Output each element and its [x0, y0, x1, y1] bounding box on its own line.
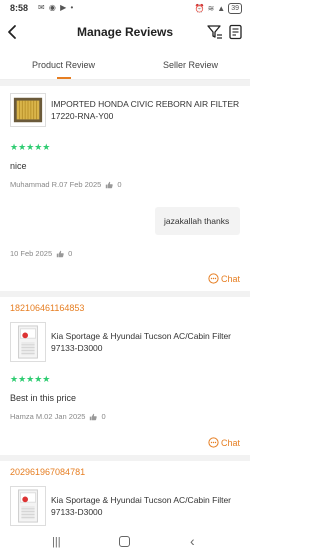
system-nav-bar: ||| ‹: [0, 530, 250, 555]
order-number: 202961967084781: [10, 467, 86, 477]
product-name: IMPORTED HONDA CIVIC REBORN AIR FILTER 1…: [51, 99, 240, 121]
review-text: nice: [10, 161, 27, 171]
section-divider: [0, 455, 250, 461]
home-icon[interactable]: [119, 536, 130, 547]
cabin-filter-image: [10, 486, 46, 526]
review-meta: Muhammad R.07 Feb 2025 0: [10, 180, 121, 189]
chat-bubble-icon: [208, 273, 219, 284]
chat-label: Chat: [220, 273, 240, 284]
tab-product-review[interactable]: Product Review: [32, 60, 95, 70]
chat-button[interactable]: Chat: [208, 273, 240, 284]
product-row[interactable]: Kia Sportage & Hyundai Tucson AC/Cabin F…: [10, 322, 245, 362]
recent-apps-icon[interactable]: |||: [52, 536, 61, 548]
alarm-icon: ⏰: [194, 4, 205, 13]
seller-reply: jazakallah thanks: [155, 207, 240, 235]
rating-stars: ★★★★★: [10, 142, 51, 152]
review-text: Best in this price: [10, 393, 77, 403]
status-bar: 8:58 ✉ ◉ ▶ • ⏰ ≋ ▲ 39: [0, 0, 250, 18]
chat-button[interactable]: Chat: [208, 437, 240, 448]
section-divider: [0, 291, 250, 297]
thumbs-up-icon[interactable]: [105, 181, 114, 189]
reply-meta: 10 Feb 2025 0: [10, 249, 72, 258]
product-name: Kia Sportage & Hyundai Tucson AC/Cabin F…: [51, 331, 232, 353]
reply-date: 10 Feb 2025: [10, 249, 53, 258]
notification-icons: ✉ ◉ ▶ •: [38, 3, 75, 12]
product-row[interactable]: IMPORTED HONDA CIVIC REBORN AIR FILTER 1…: [10, 93, 245, 129]
wifi-icon: ≋: [207, 4, 215, 13]
filter-icon[interactable]: [206, 24, 224, 40]
active-tab-indicator: [57, 77, 71, 79]
system-icons: ⏰ ≋ ▲ 39: [195, 3, 242, 14]
like-count: 0: [117, 180, 122, 189]
status-time: 8:58: [10, 3, 29, 13]
order-number: 182106461164853: [10, 303, 85, 313]
battery-icon: 39: [228, 3, 242, 14]
review-tabs: Product Review Seller Review: [0, 56, 250, 80]
cabin-filter-image: [10, 322, 46, 362]
like-count: 0: [68, 249, 73, 258]
review-author-date: Hamza M.02 Jan 2025: [10, 412, 86, 421]
review-author-date: Muhammad R.07 Feb 2025: [10, 180, 102, 189]
back-nav-icon[interactable]: ‹: [190, 533, 195, 549]
thumbs-up-icon[interactable]: [56, 250, 64, 258]
chat-label: Chat: [220, 437, 240, 448]
product-row[interactable]: Kia Sportage & Hyundai Tucson AC/Cabin F…: [10, 486, 245, 526]
section-divider: [0, 80, 250, 86]
tab-seller-review[interactable]: Seller Review: [163, 60, 218, 70]
receipt-icon[interactable]: [228, 24, 244, 40]
thumbs-up-icon[interactable]: [89, 413, 98, 421]
signal-icon: ▲: [217, 4, 226, 13]
rating-stars: ★★★★★: [10, 374, 51, 384]
review-meta: Hamza M.02 Jan 2025 0: [10, 412, 106, 421]
product-name: Kia Sportage & Hyundai Tucson AC/Cabin F…: [51, 495, 232, 517]
chat-bubble-icon: [208, 437, 219, 448]
app-header: Manage Reviews: [0, 20, 250, 46]
air-filter-image: [10, 93, 46, 127]
like-count: 0: [101, 412, 106, 421]
